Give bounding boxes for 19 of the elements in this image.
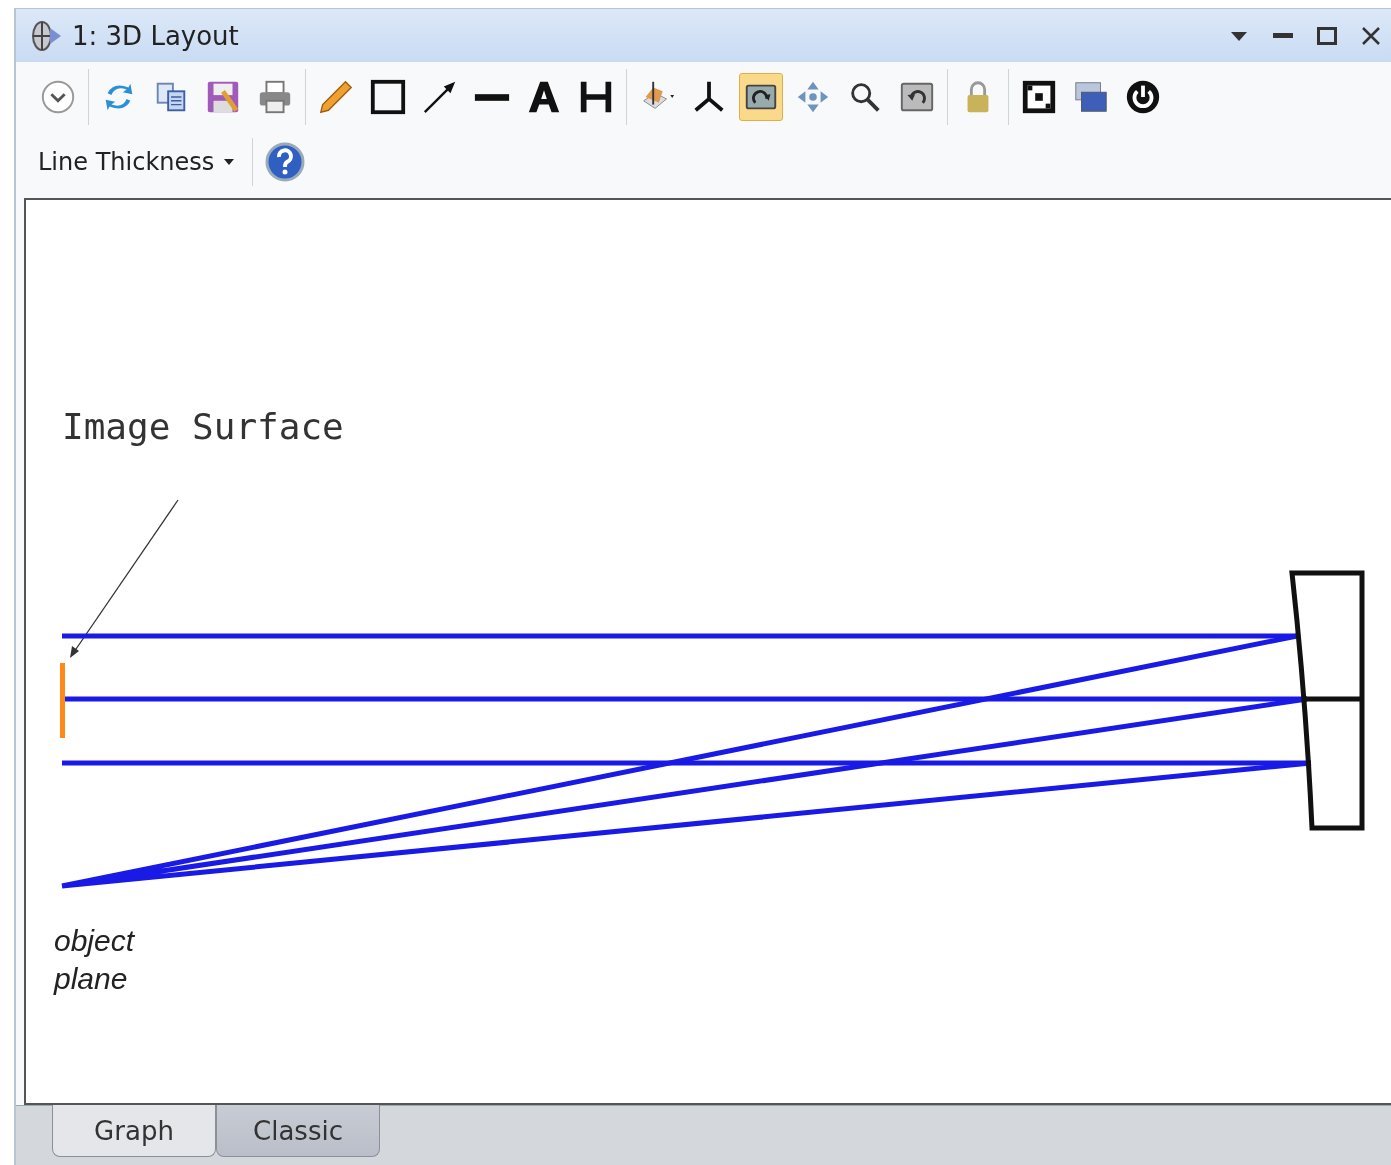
line-thickness-dropdown[interactable]: Line Thickness	[34, 148, 239, 176]
rotate-button[interactable]	[739, 73, 783, 121]
tab[interactable]: Graph	[52, 1105, 216, 1157]
window-title: 1: 3D Layout	[72, 20, 239, 51]
maximize-icon[interactable]	[1317, 26, 1337, 45]
close-icon[interactable]	[1361, 25, 1381, 46]
tab[interactable]: Classic	[216, 1105, 380, 1157]
grid-icon	[1020, 78, 1058, 116]
minimize-icon[interactable]	[1273, 32, 1293, 39]
lens-icon	[30, 19, 62, 52]
plane-label: object plane	[54, 923, 136, 997]
dropdown-icon[interactable]	[1229, 29, 1249, 42]
pencil-icon	[317, 78, 355, 116]
caret-icon	[224, 159, 235, 165]
surface-label: Image Surface	[62, 406, 344, 447]
help-icon	[265, 142, 306, 182]
expand-icon	[39, 78, 77, 116]
power-icon	[1124, 78, 1162, 116]
rectangle-icon	[369, 78, 407, 116]
